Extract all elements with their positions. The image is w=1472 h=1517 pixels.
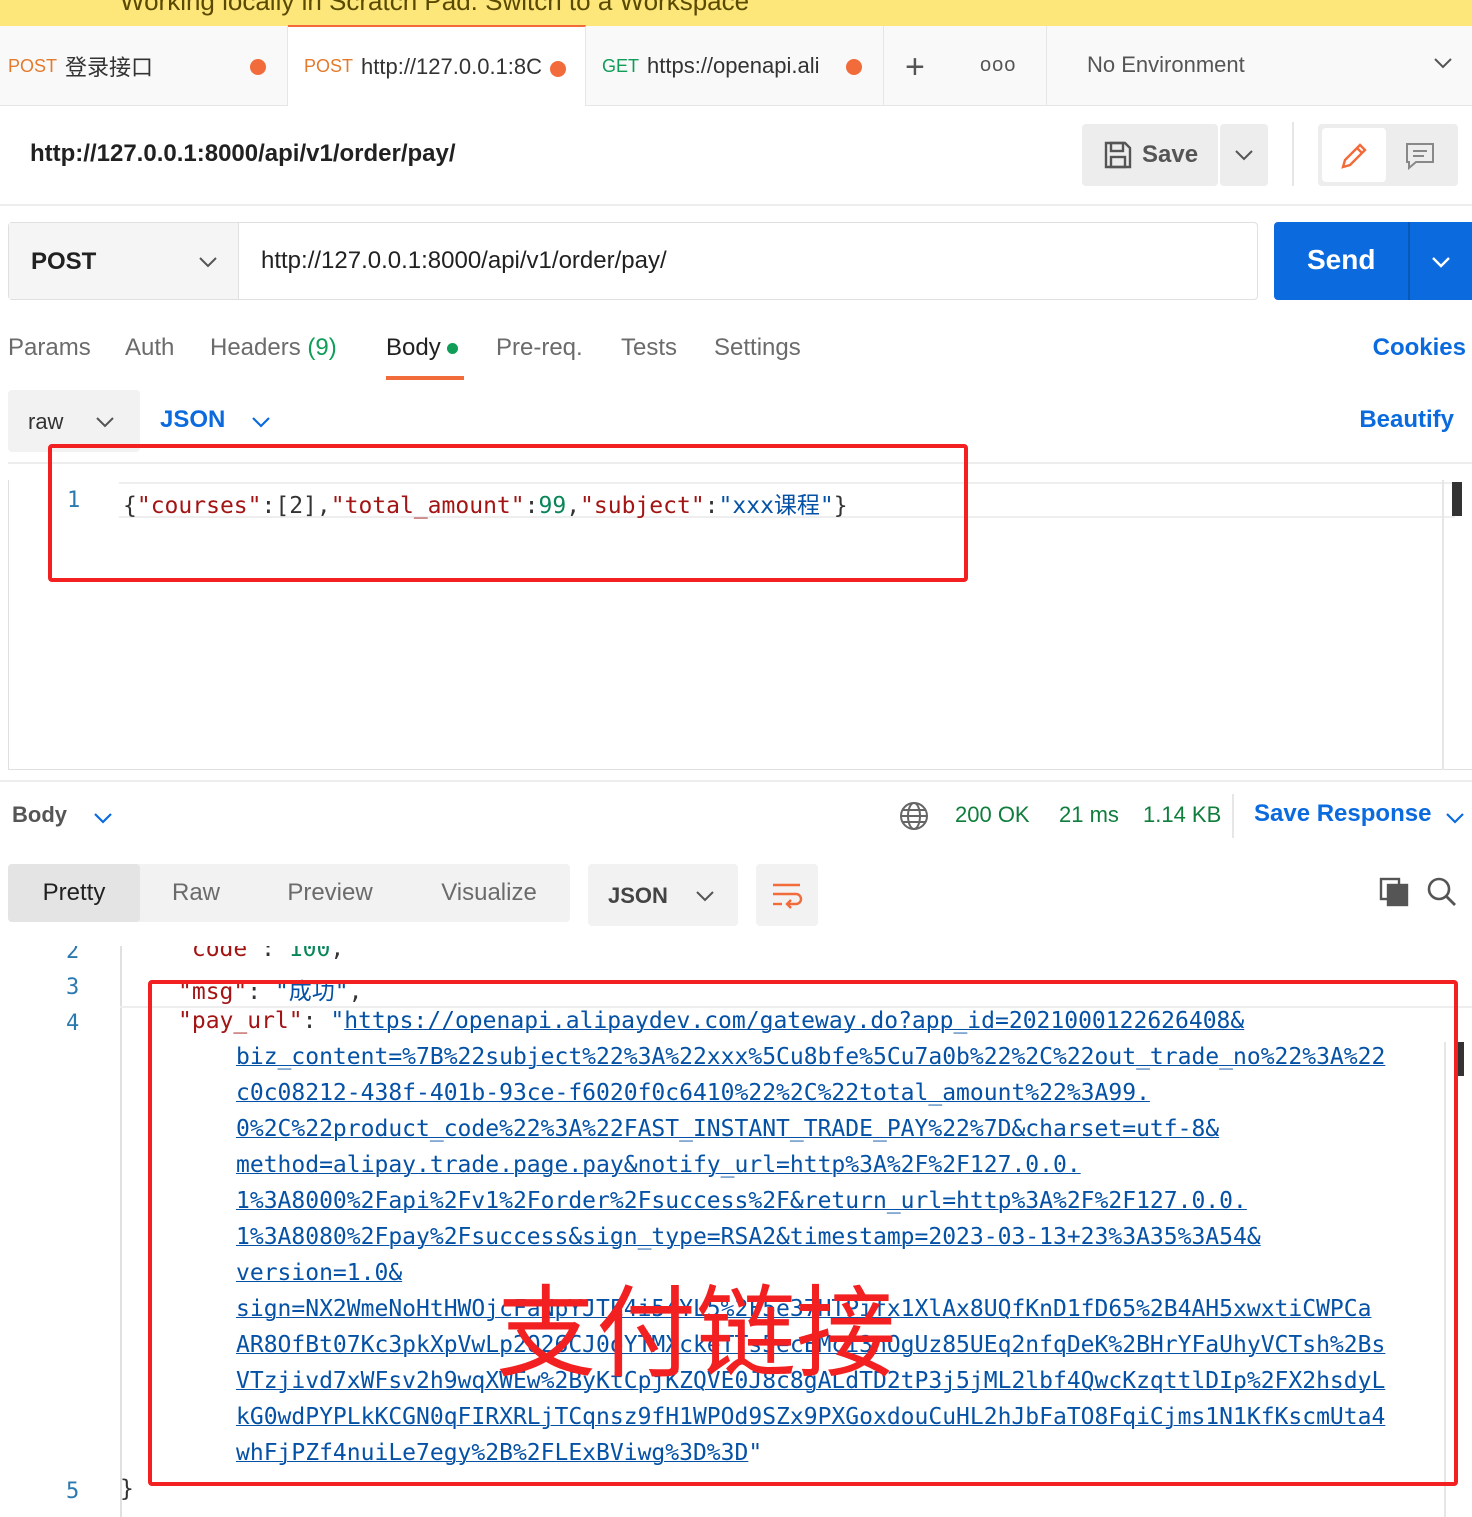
tab-prereq[interactable]: Pre-req. <box>496 334 583 362</box>
method-selector[interactable]: POST <box>9 223 239 299</box>
tab-preview[interactable]: Preview <box>260 864 400 922</box>
chevron-down-icon <box>199 257 217 268</box>
environment-label: No Environment <box>1087 52 1245 77</box>
tab-method: POST <box>304 56 354 76</box>
chevron-down-icon[interactable] <box>250 412 272 432</box>
active-tab-underline <box>386 376 464 380</box>
body-mode-selector[interactable]: raw <box>8 390 140 452</box>
tab-settings[interactable]: Settings <box>714 334 801 362</box>
response-section-selector[interactable]: Body <box>12 802 67 828</box>
edit-mode-button[interactable] <box>1322 128 1386 182</box>
tab-params[interactable]: Params <box>8 334 91 362</box>
comment-icon[interactable] <box>1404 140 1436 172</box>
line-number: 3 <box>66 975 80 1000</box>
unsaved-dot-icon <box>250 59 266 75</box>
request-tab-login[interactable]: POST 登录接口 <box>0 26 288 106</box>
gutter <box>120 946 122 1517</box>
url-input[interactable] <box>261 247 1221 275</box>
tab-body[interactable]: Body <box>386 334 458 362</box>
save-response-button[interactable]: Save Response <box>1254 800 1431 828</box>
pay-url-highlight-box <box>148 980 1458 1486</box>
tab-body-label: Body <box>386 334 441 361</box>
editor-scrollbar-track <box>1442 480 1444 770</box>
divider <box>0 204 1472 206</box>
tab-raw[interactable]: Raw <box>140 864 252 922</box>
response-format-selector[interactable]: JSON <box>588 864 738 926</box>
brace: } <box>120 1476 134 1502</box>
save-options-dropdown[interactable] <box>1220 124 1268 186</box>
tab-headers-label: Headers <box>210 334 301 361</box>
divider <box>0 780 1472 782</box>
chevron-down-icon <box>696 891 714 902</box>
json-value: 100 <box>288 946 331 962</box>
pencil-icon <box>1341 143 1367 169</box>
environment-selector[interactable]: No Environment <box>1046 26 1472 106</box>
tab-method: POST <box>8 55 58 76</box>
view-mode-toggle <box>1318 124 1458 186</box>
response-size[interactable]: 1.14 KB <box>1143 802 1221 828</box>
more-tabs-icon[interactable]: ooo <box>980 54 1016 77</box>
annotation-label: 支付链接 <box>496 1278 896 1390</box>
line-number: 5 <box>66 1479 80 1504</box>
colon: : <box>261 946 289 962</box>
workspace-banner: Working locally in Scratch Pad. Switch t… <box>0 0 1472 26</box>
body-format-selector[interactable]: JSON <box>160 406 225 434</box>
chevron-down-icon[interactable] <box>92 808 114 828</box>
chevron-down-icon <box>1434 58 1452 69</box>
editor-scrollbar[interactable] <box>1452 482 1462 516</box>
chevron-down-icon[interactable] <box>1444 808 1466 828</box>
chevron-down-icon <box>1235 150 1253 161</box>
tab-tests[interactable]: Tests <box>621 334 677 362</box>
save-icon <box>1104 141 1132 169</box>
body-active-dot-icon <box>446 343 458 355</box>
beautify-link[interactable]: Beautify <box>1359 406 1454 434</box>
unsaved-dot-icon <box>846 59 862 75</box>
body-mode-label: raw <box>28 409 64 434</box>
copy-icon[interactable] <box>1378 876 1410 908</box>
unsaved-dot-icon <box>550 61 566 77</box>
method-label: POST <box>31 248 97 275</box>
send-button[interactable]: Send <box>1274 222 1472 300</box>
divider <box>1232 794 1234 838</box>
comma: , <box>330 946 345 962</box>
request-tab-order-pay[interactable]: POST http://127.0.0.1:8C <box>288 25 586 106</box>
tab-auth[interactable]: Auth <box>125 334 174 362</box>
response-line: } <box>120 1476 134 1502</box>
tab-headers[interactable]: Headers (9) <box>210 334 337 362</box>
wrap-lines-button[interactable] <box>756 864 818 926</box>
toolbar-divider <box>1292 122 1294 186</box>
json-key: "code" <box>178 946 262 962</box>
cookies-link[interactable]: Cookies <box>1373 334 1466 362</box>
line-number: 2 <box>66 946 80 964</box>
banner-text: Working locally in Scratch Pad. Switch t… <box>120 0 750 16</box>
request-tab-bar: POST 登录接口 POST http://127.0.0.1:8C GET h… <box>0 25 1472 106</box>
tab-visualize[interactable]: Visualize <box>410 864 568 922</box>
request-body-highlight-box <box>48 444 968 582</box>
response-view-tabs: Pretty Raw Preview Visualize <box>8 864 570 922</box>
save-label: Save <box>1142 141 1199 168</box>
tab-title: https://openapi.ali <box>647 53 820 78</box>
send-divider <box>1408 222 1410 300</box>
response-status[interactable]: 200 OK <box>955 802 1030 828</box>
tab-method: GET <box>602 55 640 76</box>
response-time[interactable]: 21 ms <box>1059 802 1119 828</box>
tab-title: http://127.0.0.1:8C <box>361 53 542 79</box>
line-number: 4 <box>66 1011 80 1036</box>
request-tab-openapi[interactable]: GET https://openapi.ali <box>586 26 884 106</box>
globe-icon[interactable] <box>898 800 930 832</box>
wrap-lines-icon <box>773 883 803 909</box>
chevron-down-icon[interactable] <box>1430 252 1452 272</box>
response-format-label: JSON <box>608 883 668 908</box>
tab-title: 登录接口 <box>65 55 154 80</box>
search-icon[interactable] <box>1426 876 1458 908</box>
tab-pretty[interactable]: Pretty <box>8 864 140 922</box>
request-title[interactable]: http://127.0.0.1:8000/api/v1/order/pay/ <box>30 140 456 168</box>
headers-count: (9) <box>307 334 337 361</box>
url-bar: POST <box>8 222 1258 300</box>
new-tab-plus-icon[interactable]: + <box>905 48 925 87</box>
send-label: Send <box>1307 244 1376 275</box>
chevron-down-icon <box>96 417 114 428</box>
response-line: "code": 100, <box>178 946 344 962</box>
save-button[interactable]: Save <box>1082 124 1218 186</box>
